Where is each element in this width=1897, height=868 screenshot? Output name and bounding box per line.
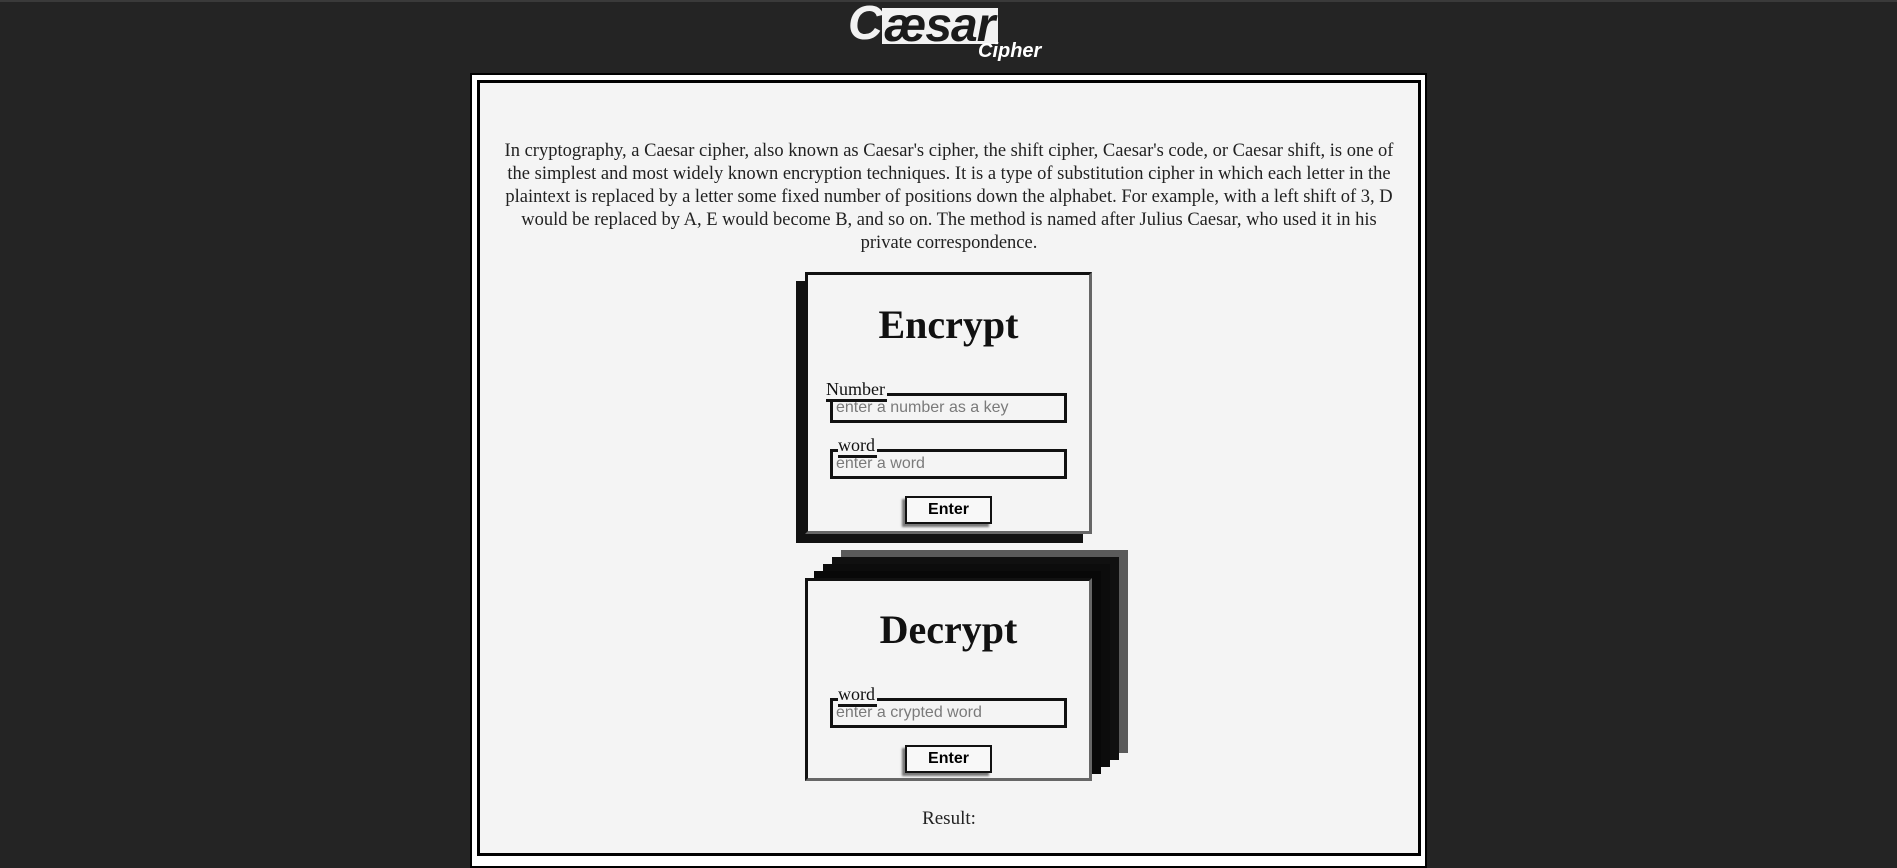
- encrypt-enter-button[interactable]: Enter: [905, 496, 992, 524]
- decrypt-panel: Decrypt word Enter: [805, 578, 1092, 781]
- encrypt-panel: Encrypt Number word Enter: [805, 272, 1092, 534]
- encrypt-word-label: word: [838, 435, 877, 458]
- encrypt-title: Encrypt: [878, 302, 1019, 347]
- result-area: Result:: [477, 808, 1421, 830]
- logo-letter-c: C: [848, 0, 883, 50]
- logo: Cæsar Cipher: [848, 0, 1058, 64]
- decrypt-title: Decrypt: [879, 607, 1018, 652]
- result-label: Result:: [922, 808, 976, 829]
- intro-paragraph: In cryptography, a Caesar cipher, also k…: [504, 141, 1394, 253]
- logo-subtitle: Cipher: [978, 40, 1042, 62]
- logo-letters-inverted: æsar: [881, 2, 999, 50]
- logo-ligature: æ: [883, 0, 927, 52]
- logo-title: Cæsar: [848, 0, 999, 50]
- decrypt-word-label: word: [838, 684, 877, 707]
- decrypt-enter-button[interactable]: Enter: [905, 745, 992, 773]
- encrypt-number-label: Number: [826, 379, 887, 402]
